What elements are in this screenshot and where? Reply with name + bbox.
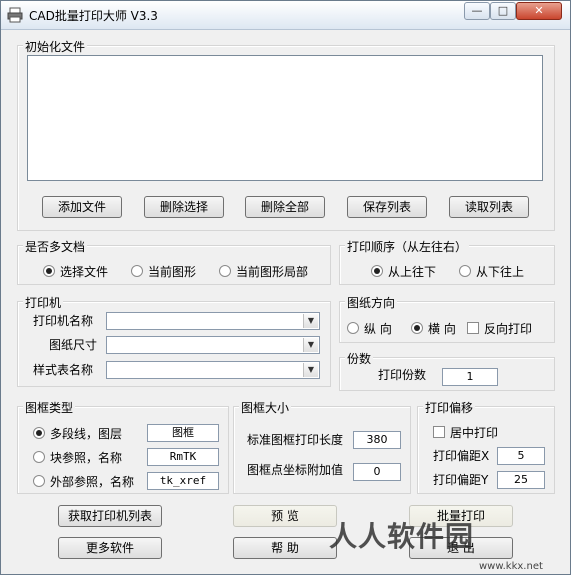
radio-select-file[interactable]: 选择文件	[43, 263, 108, 280]
radio-dot	[371, 265, 383, 277]
radio-label: 当前图形	[148, 265, 197, 279]
print-order-legend: 打印顺序（从左往右）	[345, 238, 470, 255]
init-files-legend: 初始化文件	[23, 38, 88, 55]
close-button[interactable]: ✕	[516, 2, 562, 20]
checkbox-label: 反向打印	[484, 322, 533, 336]
radio-dot	[459, 265, 471, 277]
radio-label: 横 向	[428, 322, 456, 336]
radio-xref[interactable]: 外部参照，名称	[33, 473, 134, 490]
frame-offset-input[interactable]: 0	[353, 463, 401, 481]
offset-x-label: 打印偏距X	[433, 449, 490, 463]
printer-app-icon	[7, 7, 23, 23]
chevron-down-icon[interactable]: ▼	[303, 314, 318, 328]
radio-label: 当前图形局部	[236, 265, 309, 279]
minimize-button[interactable]: —	[464, 2, 490, 20]
print-offset-legend: 打印偏移	[423, 399, 476, 416]
save-list-button[interactable]: 保存列表	[347, 196, 427, 218]
chevron-down-icon[interactable]: ▼	[303, 363, 318, 377]
title-bar[interactable]: CAD批量打印大师 V3.3 — □ ✕	[1, 1, 570, 30]
orientation-legend: 图纸方向	[345, 294, 398, 311]
style-table-select[interactable]: ▼	[106, 361, 320, 379]
radio-polyline-layer[interactable]: 多段线，图层	[33, 425, 122, 442]
printer-legend: 打印机	[23, 294, 64, 311]
preview-button[interactable]: 预 览	[233, 505, 337, 527]
reverse-print-checkbox[interactable]: 反向打印	[467, 320, 532, 337]
radio-dot	[411, 322, 423, 334]
get-printer-list-button[interactable]: 获取打印机列表	[58, 505, 162, 527]
polyline-layer-input[interactable]: 图框	[147, 424, 219, 442]
radio-label: 选择文件	[60, 265, 109, 279]
frame-offset-label: 图框点坐标附加值	[247, 463, 344, 477]
delete-selected-button[interactable]: 删除选择	[144, 196, 224, 218]
chevron-down-icon[interactable]: ▼	[303, 338, 318, 352]
radio-label: 块参照，名称	[50, 451, 123, 465]
watermark-logo: 人人软件园	[329, 520, 475, 553]
frame-type-legend: 图框类型	[23, 399, 76, 416]
more-software-button[interactable]: 更多软件	[58, 537, 162, 559]
radio-current-drawing[interactable]: 当前图形	[131, 263, 196, 280]
checkbox-label: 居中打印	[450, 426, 499, 440]
center-print-checkbox[interactable]: 居中打印	[433, 424, 498, 441]
radio-label: 外部参照，名称	[50, 475, 135, 489]
paper-size-label: 图纸尺寸	[49, 338, 98, 352]
printer-name-select[interactable]: ▼	[106, 312, 320, 330]
offset-x-input[interactable]: 5	[497, 447, 545, 465]
frame-length-label: 标准图框打印长度	[247, 433, 344, 447]
radio-dot	[219, 265, 231, 277]
radio-top-to-bottom[interactable]: 从上往下	[371, 263, 436, 280]
radio-dot	[131, 265, 143, 277]
app-window: CAD批量打印大师 V3.3 — □ ✕ 初始化文件 添加文件 删除选择 删除全…	[0, 0, 571, 575]
copies-input[interactable]: 1	[442, 368, 498, 386]
copies-label: 打印份数	[378, 368, 427, 382]
copies-legend: 份数	[345, 350, 374, 367]
checkbox-box	[467, 322, 479, 334]
radio-current-drawing-part[interactable]: 当前图形局部	[219, 263, 308, 280]
offset-y-input[interactable]: 25	[497, 471, 545, 489]
radio-bottom-to-top[interactable]: 从下往上	[459, 263, 524, 280]
radio-label: 从上往下	[388, 265, 437, 279]
multi-doc-legend: 是否多文档	[23, 238, 88, 255]
radio-dot	[43, 265, 55, 277]
frame-size-legend: 图框大小	[239, 399, 292, 416]
maximize-button[interactable]: □	[490, 2, 516, 20]
radio-label: 纵 向	[364, 322, 392, 336]
printer-name-label: 打印机名称	[33, 314, 94, 328]
delete-all-button[interactable]: 删除全部	[245, 196, 325, 218]
checkbox-box	[433, 426, 445, 438]
radio-dot	[33, 475, 45, 487]
add-file-button[interactable]: 添加文件	[42, 196, 122, 218]
file-list[interactable]	[27, 55, 543, 181]
radio-label: 多段线，图层	[50, 427, 123, 441]
radio-block-ref[interactable]: 块参照，名称	[33, 449, 122, 466]
watermark-url: www.kkx.net	[479, 561, 543, 572]
frame-length-input[interactable]: 380	[353, 431, 401, 449]
xref-input[interactable]: tk_xref	[147, 472, 219, 490]
style-table-label: 样式表名称	[33, 363, 94, 377]
block-ref-input[interactable]: RmTK	[147, 448, 219, 466]
radio-dot	[33, 427, 45, 439]
paper-size-select[interactable]: ▼	[106, 336, 320, 354]
radio-dot	[347, 322, 359, 334]
radio-label: 从下往上	[476, 265, 525, 279]
offset-y-label: 打印偏距Y	[433, 473, 489, 487]
help-button[interactable]: 帮 助	[233, 537, 337, 559]
radio-dot	[33, 451, 45, 463]
radio-landscape[interactable]: 横 向	[411, 320, 456, 337]
load-list-button[interactable]: 读取列表	[449, 196, 529, 218]
radio-portrait[interactable]: 纵 向	[347, 320, 392, 337]
window-title: CAD批量打印大师 V3.3	[29, 9, 158, 23]
